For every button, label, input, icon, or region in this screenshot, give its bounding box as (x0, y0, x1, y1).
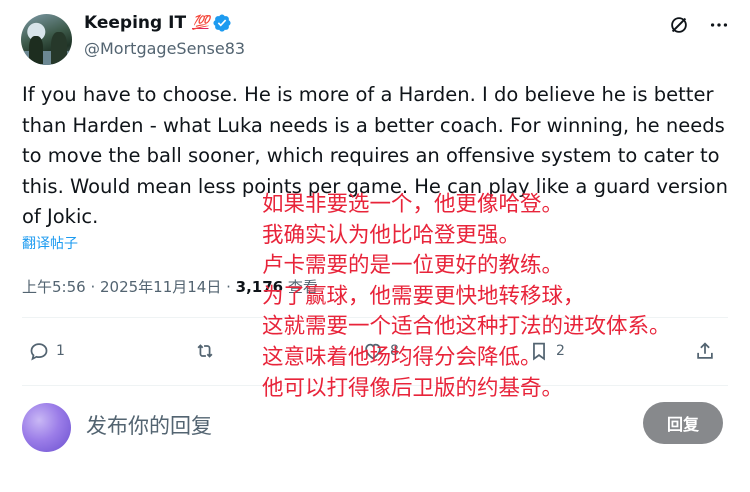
reply-action[interactable]: 1 (28, 340, 65, 362)
verified-badge-icon[interactable] (212, 13, 232, 33)
share-icon (697, 342, 713, 359)
retweet-icon (197, 344, 213, 358)
author-display-name[interactable]: Keeping IT (84, 13, 186, 33)
reply-icon (30, 343, 48, 361)
reply-count: 1 (56, 343, 65, 359)
reply-button[interactable]: 回复 (643, 402, 723, 444)
top-actions (668, 14, 730, 36)
tweet-timestamp[interactable]: 上午5:56 · 2025年11月14日 · (22, 278, 236, 296)
reply-input[interactable]: 发布你的回复 (86, 410, 212, 440)
current-user-avatar[interactable] (22, 403, 71, 452)
overlay-line: 他可以打得像后卫版的约基奇。 (262, 375, 564, 401)
overlay-line: 这就需要一个适合他这种打法的进攻体系。 (262, 314, 671, 340)
grok-icon[interactable] (668, 14, 690, 36)
author-name-row[interactable]: Keeping IT 💯 (84, 13, 232, 33)
avatar-tree (29, 36, 43, 64)
overlay-line: 这意味着他场均得分会降低。 (262, 344, 542, 370)
share-action[interactable] (694, 340, 716, 362)
translate-post-link[interactable]: 翻译帖子 (22, 233, 78, 253)
overlay-line: 我确实认为他比哈登更强。 (262, 222, 521, 248)
overlay-line: 为了赢球，他需要更快地转移球， (262, 283, 585, 309)
author-handle[interactable]: @MortgageSense83 (84, 39, 245, 58)
more-icon[interactable] (708, 14, 730, 36)
avatar-tree (51, 32, 67, 64)
hundred-points-icon: 💯 (192, 15, 209, 31)
author-avatar[interactable] (21, 14, 72, 65)
overlay-line: 如果非要选一个，他更像哈登。 (262, 192, 564, 217)
overlay-line: 卢卡需要的是一位更好的教练。 (262, 253, 564, 279)
retweet-action[interactable] (194, 340, 222, 362)
translation-overlay: 如果非要选一个，他更像哈登。 我确实认为他比哈登更强。 卢卡需要的是一位更好的教… (262, 190, 671, 404)
